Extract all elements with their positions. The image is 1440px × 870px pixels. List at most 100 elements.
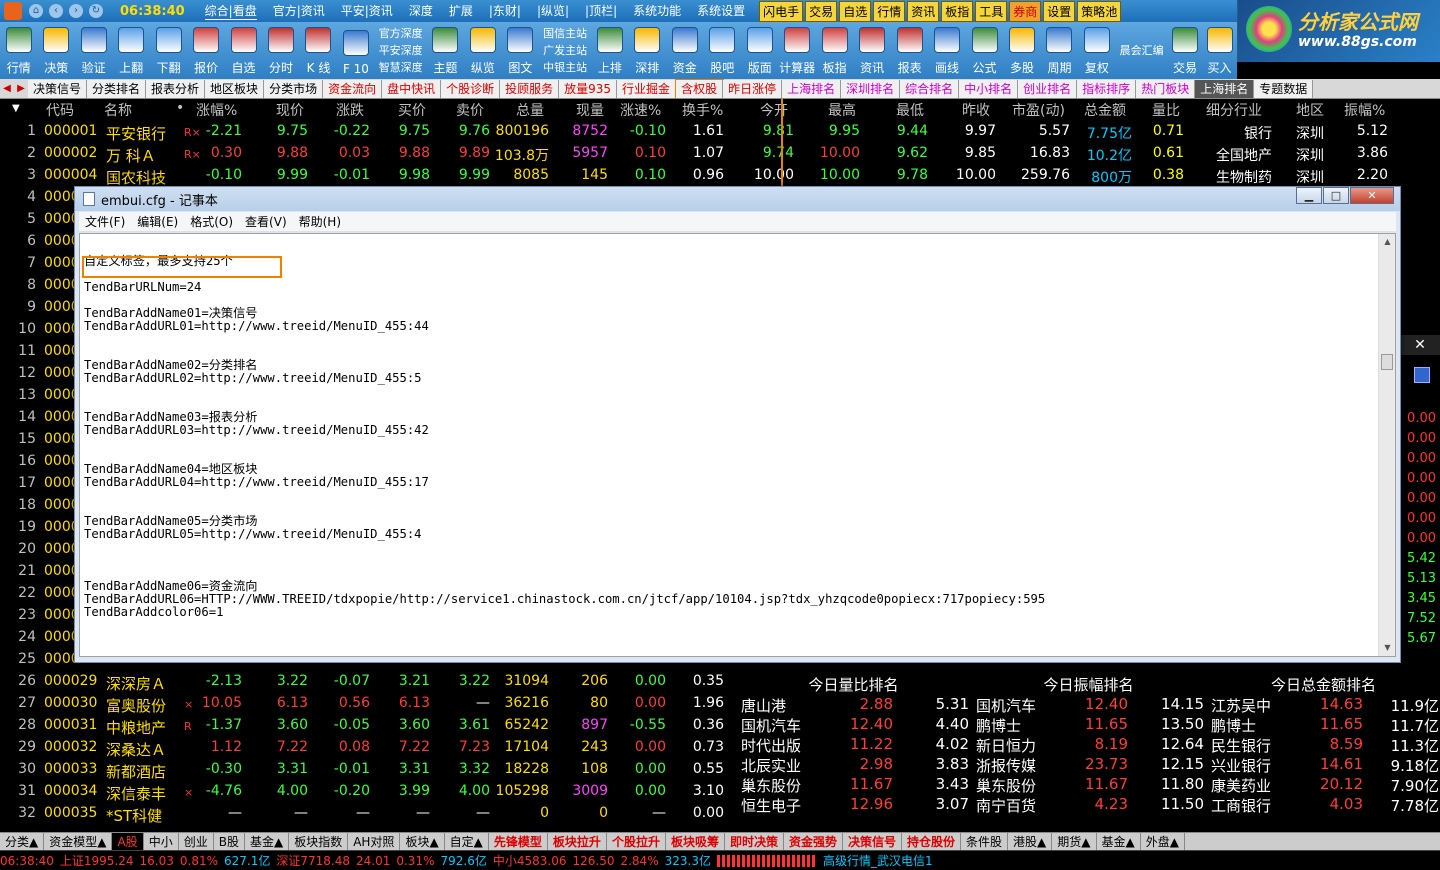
toolbar-button[interactable]: 纵览: [464, 22, 501, 79]
scroll-up-icon[interactable]: ▲: [1379, 234, 1395, 250]
sort-icon[interactable]: ▼: [12, 103, 20, 114]
tab[interactable]: 含权股: [675, 79, 725, 98]
notepad-menu-item[interactable]: 帮助(H): [299, 213, 341, 230]
rank-row[interactable]: 北辰实业 2.98 3.83: [737, 755, 970, 775]
bottom-tab[interactable]: 港股▲: [1008, 833, 1053, 850]
rank-row[interactable]: 巢东股份 11.67 3.43: [737, 775, 970, 795]
bottom-tab[interactable]: 个股拉升: [607, 833, 666, 850]
tab[interactable]: 上海排名: [1195, 79, 1255, 98]
bottom-tab[interactable]: 中小: [144, 833, 179, 850]
toolbar-button[interactable]: 画线: [928, 22, 965, 79]
rank-row[interactable]: 国机汽车 12.40 4.40: [737, 715, 970, 735]
toolbar-button[interactable]: 报表: [891, 22, 928, 79]
tab[interactable]: 综合排名: [900, 79, 960, 98]
toolbar-button[interactable]: 资金: [666, 22, 703, 79]
bottom-tab[interactable]: 板块拉升: [548, 833, 607, 850]
toolbar-button[interactable]: 图文: [502, 22, 539, 79]
bottom-tab[interactable]: 条件股: [961, 833, 1009, 850]
bottom-tab[interactable]: 板块吸筹: [666, 833, 725, 850]
tab[interactable]: 个股诊断: [441, 79, 501, 98]
scroll-down-icon[interactable]: ▼: [1379, 640, 1395, 656]
column-header[interactable]: 细分行业: [1206, 100, 1262, 120]
minimize-button[interactable]: ▁: [1296, 187, 1322, 204]
tab[interactable]: 昨日涨停: [723, 79, 783, 98]
table-row[interactable]: 1 000001 平安银行 R× -2.21 9.75 -0.22 9.75 9.76 80019…: [0, 121, 1400, 143]
quick-button[interactable]: 设置: [1043, 0, 1076, 22]
column-header[interactable]: 涨速%: [620, 100, 661, 120]
toolbar-button[interactable]: 验证: [75, 22, 112, 79]
stack-item[interactable]: 智慧深度: [379, 59, 423, 76]
column-header[interactable]: 振幅%: [1344, 100, 1385, 120]
menu-item[interactable]: 扩展: [449, 2, 473, 20]
toolbar-button[interactable]: 决策: [37, 22, 74, 79]
tab[interactable]: 深圳排名: [841, 79, 901, 98]
tab[interactable]: 投顾服务: [500, 79, 560, 98]
home-icon[interactable]: ⌂: [29, 4, 43, 18]
toolbar-button[interactable]: 行情: [0, 22, 37, 79]
tab[interactable]: 报表分析: [146, 79, 206, 98]
rank-row[interactable]: 恒生电子 12.96 3.07: [737, 795, 970, 815]
rank-row[interactable]: 康美药业 20.12 7.90亿: [1207, 775, 1440, 795]
notepad-text-area[interactable]: 自定义标签，最多支持25个 TendBarURLNum=24 TendBarAd…: [79, 233, 1396, 657]
stack-item[interactable]: 广发主站: [543, 42, 587, 59]
toolbar-button[interactable]: F 10: [337, 22, 374, 79]
bottom-tab[interactable]: 基金▲: [245, 833, 290, 850]
column-header[interactable]: 总量: [516, 100, 544, 120]
tab[interactable]: 资金流向: [323, 79, 383, 98]
rank-row[interactable]: 唐山港 2.88 5.31: [737, 695, 970, 715]
bottom-tab[interactable]: 资金模型▲: [44, 833, 113, 850]
menu-item[interactable]: |东财|: [489, 2, 521, 20]
column-header[interactable]: 换手%: [682, 100, 723, 120]
bottom-tab[interactable]: 板块指数: [289, 833, 349, 850]
bottom-tab[interactable]: AH对照: [348, 833, 401, 850]
toolbar-button[interactable]: 交易: [1168, 22, 1203, 79]
tab[interactable]: 专题数据: [1254, 79, 1314, 98]
column-header[interactable]: 最低: [896, 100, 924, 120]
bottom-tab[interactable]: A股: [112, 833, 144, 850]
notepad-menu-item[interactable]: 查看(V): [245, 213, 287, 230]
stack-item[interactable]: 平安深度: [379, 42, 423, 59]
toolbar-button[interactable]: 板指: [816, 22, 853, 79]
menu-item[interactable]: 深度: [409, 2, 433, 20]
column-header[interactable]: 昨收: [962, 100, 990, 120]
menu-item[interactable]: 综合|看盘: [204, 2, 257, 20]
bottom-tab[interactable]: 先锋模型: [489, 833, 548, 850]
toolbar-button[interactable]: 报价: [187, 22, 224, 79]
quick-button[interactable]: 券商: [1009, 0, 1042, 22]
column-header[interactable]: •: [176, 100, 184, 116]
stack-item[interactable]: 国信主站: [543, 25, 587, 42]
bottom-tab[interactable]: 分类▲: [0, 833, 45, 850]
quick-button[interactable]: 资讯: [907, 0, 940, 22]
rank-row[interactable]: 工商银行 4.03 7.78亿: [1207, 795, 1440, 815]
rank-row[interactable]: 鹏博士 11.65 13.50: [972, 715, 1205, 735]
scroll-thumb[interactable]: [1381, 354, 1393, 370]
stack-item[interactable]: 官方深度: [379, 25, 423, 42]
bottom-tab[interactable]: 外盘▲: [1141, 833, 1185, 850]
stack-item[interactable]: 中银主站: [543, 59, 587, 76]
tab[interactable]: 中小排名: [959, 79, 1019, 98]
quick-button[interactable]: 策略池: [1077, 0, 1122, 22]
quick-button[interactable]: 自选: [839, 0, 872, 22]
notepad-menu-item[interactable]: 文件(F): [85, 213, 125, 230]
column-header[interactable]: 市盈(动): [1012, 100, 1065, 120]
tab[interactable]: 上海排名: [782, 79, 842, 98]
column-header[interactable]: 买价: [398, 100, 426, 120]
rank-row[interactable]: 江苏吴中 14.63 11.9亿: [1207, 695, 1440, 715]
rank-row[interactable]: 鹏博士 11.65 11.7亿: [1207, 715, 1440, 735]
toolbar-button[interactable]: 深排: [629, 22, 666, 79]
notepad-titlebar[interactable]: embui.cfg - 记事本 ▁ □ ✕: [75, 187, 1400, 211]
toolbar-button[interactable]: 自选: [225, 22, 262, 79]
bottom-tab[interactable]: 板块▲: [400, 833, 445, 850]
bottom-tab[interactable]: 期货▲: [1052, 833, 1097, 850]
tab[interactable]: 创业排名: [1018, 79, 1078, 98]
toolbar-button[interactable]: 上翻: [112, 22, 149, 79]
table-row[interactable]: 2 000002 万 科Ａ R× 0.30 9.88 0.03 9.88 9.89 103.8万 5…: [0, 143, 1400, 165]
toolbar-button[interactable]: 股吧: [704, 22, 741, 79]
column-header[interactable]: 地区: [1296, 100, 1324, 120]
rank-row[interactable]: 巢东股份 11.67 11.80: [972, 775, 1205, 795]
quick-button[interactable]: 板指: [941, 0, 974, 22]
toolbar-button[interactable]: 主题: [427, 22, 464, 79]
column-header[interactable]: 卖价: [456, 100, 484, 120]
column-header[interactable]: 今开: [760, 100, 788, 120]
bottom-tab[interactable]: 资金强势: [784, 833, 843, 850]
